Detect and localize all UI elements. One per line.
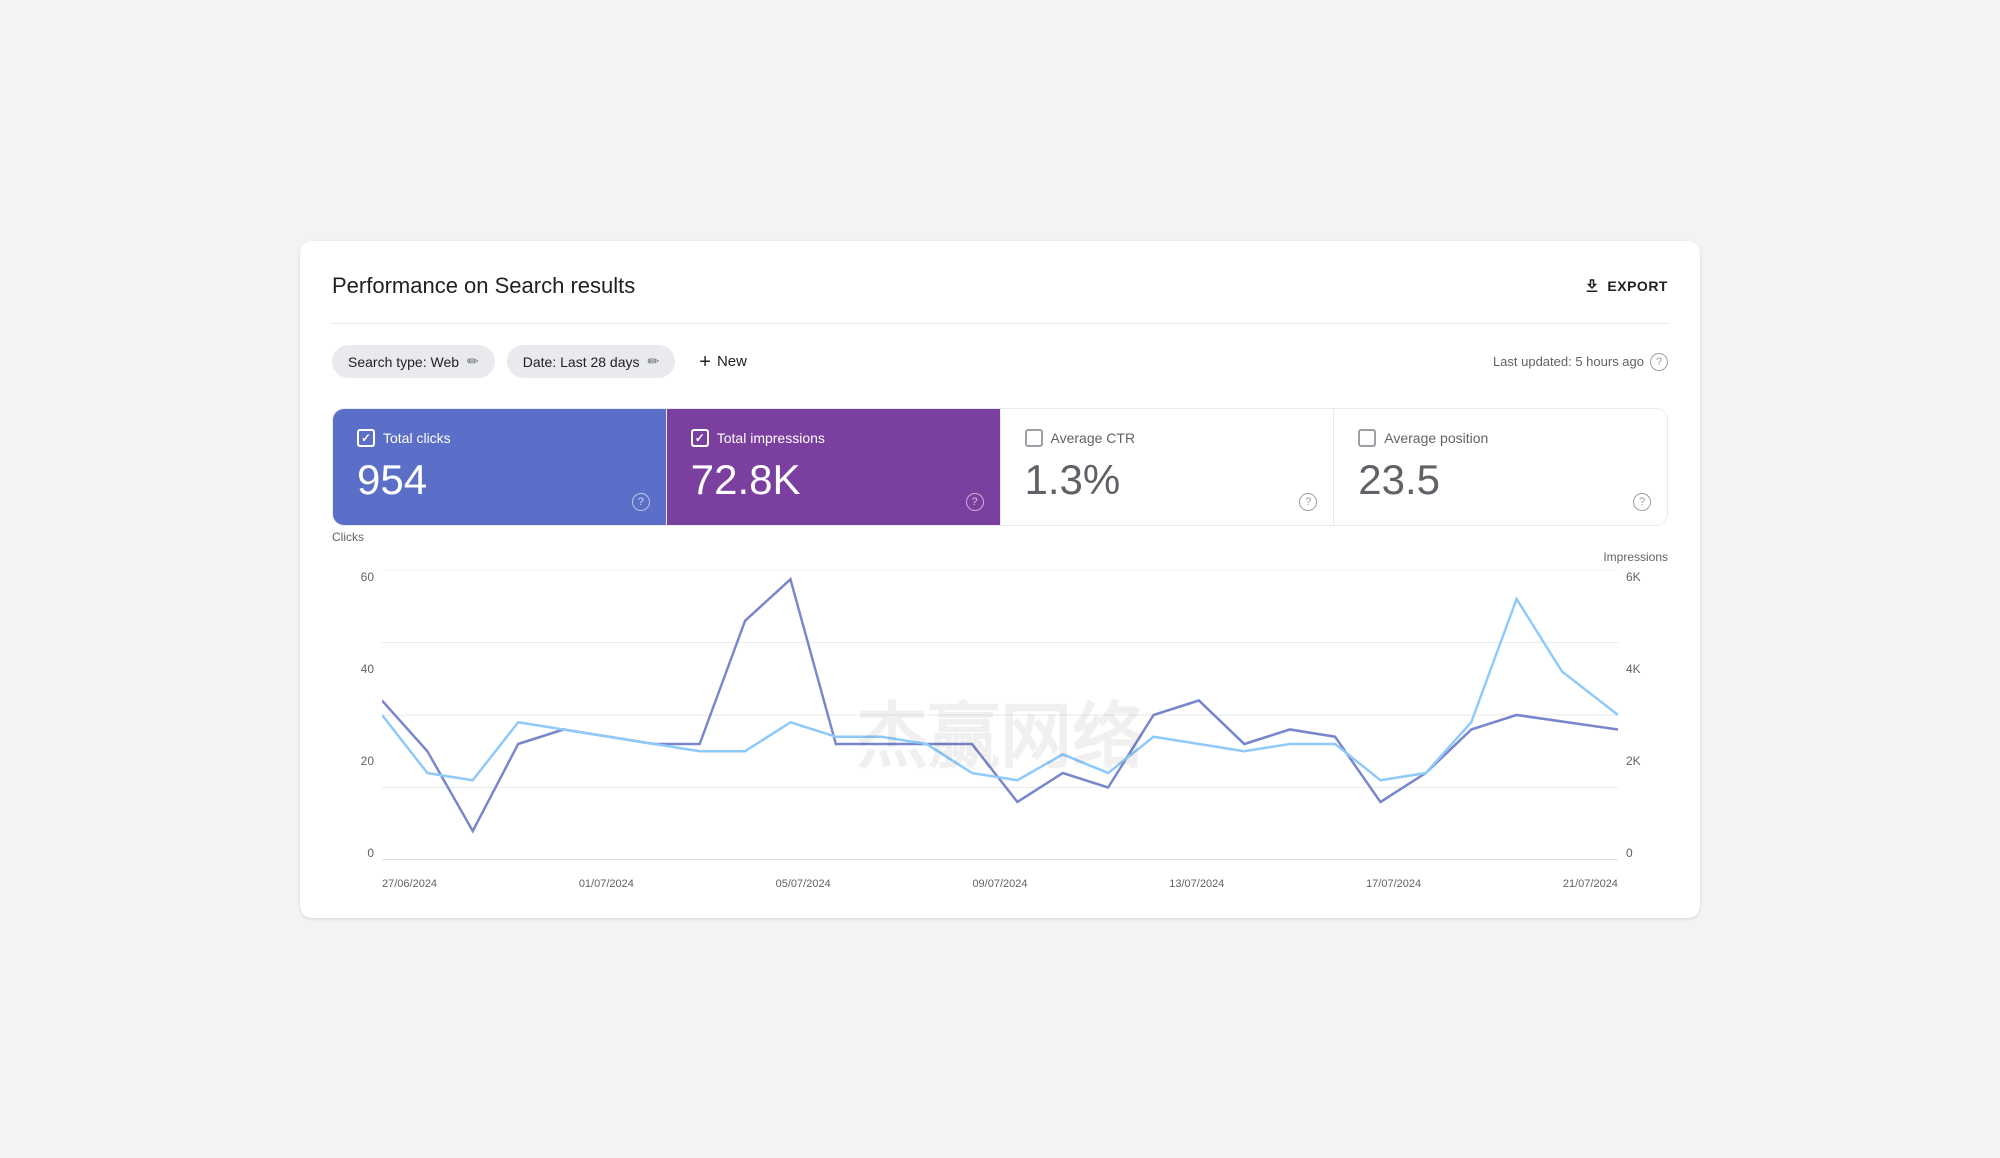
chart-left-title: Clicks	[332, 530, 364, 544]
page-title: Performance on Search results	[332, 273, 635, 299]
header-row: Performance on Search results EXPORT	[332, 273, 1668, 299]
average-ctr-value: 1.3%	[1025, 459, 1310, 501]
total-impressions-checkbox[interactable]: ✓	[691, 429, 709, 447]
total-impressions-value: 72.8K	[691, 459, 976, 501]
total-clicks-checkbox[interactable]: ✓	[357, 429, 375, 447]
export-icon	[1583, 277, 1601, 295]
metrics-row: ✓ Total clicks 954 ? ✓ Total impressions…	[332, 408, 1668, 526]
chart-svg-container	[382, 570, 1618, 860]
chart-area: Clicks Impressions 60 40 20 0 6K 4K 2K 0	[332, 550, 1668, 890]
filters-row: Search type: Web ✏ Date: Last 28 days ✏ …	[332, 344, 1668, 380]
total-impressions-label: Total impressions	[717, 430, 825, 446]
average-position-value: 23.5	[1358, 459, 1643, 501]
main-card: Performance on Search results EXPORT Sea…	[300, 241, 1700, 918]
new-button[interactable]: + New	[687, 344, 759, 380]
average-position-label: Average position	[1384, 430, 1488, 446]
header-divider	[332, 323, 1668, 324]
last-updated: Last updated: 5 hours ago ?	[1493, 353, 1668, 371]
average-position-help-icon[interactable]: ?	[1633, 493, 1651, 511]
total-clicks-label: Total clicks	[383, 430, 451, 446]
chart-svg	[382, 570, 1618, 860]
export-button[interactable]: EXPORT	[1583, 277, 1668, 295]
edit-icon-date: ✏	[648, 353, 660, 370]
right-axis-labels: 6K 4K 2K 0	[1618, 570, 1668, 860]
metric-total-impressions[interactable]: ✓ Total impressions 72.8K ?	[667, 409, 1001, 525]
metric-average-position[interactable]: Average position 23.5 ?	[1334, 409, 1667, 525]
total-clicks-value: 954	[357, 459, 642, 501]
x-axis-labels: 27/06/2024 01/07/2024 05/07/2024 09/07/2…	[382, 878, 1618, 890]
total-clicks-help-icon[interactable]: ?	[632, 493, 650, 511]
search-type-filter[interactable]: Search type: Web ✏	[332, 345, 495, 378]
total-impressions-help-icon[interactable]: ?	[966, 493, 984, 511]
average-ctr-label: Average CTR	[1051, 430, 1136, 446]
last-updated-help-icon[interactable]: ?	[1650, 353, 1668, 371]
edit-icon: ✏	[467, 353, 479, 370]
chart-container: 60 40 20 0 6K 4K 2K 0	[332, 570, 1668, 890]
average-ctr-help-icon[interactable]: ?	[1299, 493, 1317, 511]
chart-right-title: Impressions	[1603, 550, 1668, 564]
metric-total-clicks[interactable]: ✓ Total clicks 954 ?	[333, 409, 667, 525]
average-position-checkbox[interactable]	[1358, 429, 1376, 447]
metric-average-ctr[interactable]: Average CTR 1.3% ?	[1001, 409, 1335, 525]
average-ctr-checkbox[interactable]	[1025, 429, 1043, 447]
date-filter[interactable]: Date: Last 28 days ✏	[507, 345, 675, 378]
left-axis-labels: 60 40 20 0	[332, 570, 382, 860]
plus-icon: +	[699, 352, 711, 372]
